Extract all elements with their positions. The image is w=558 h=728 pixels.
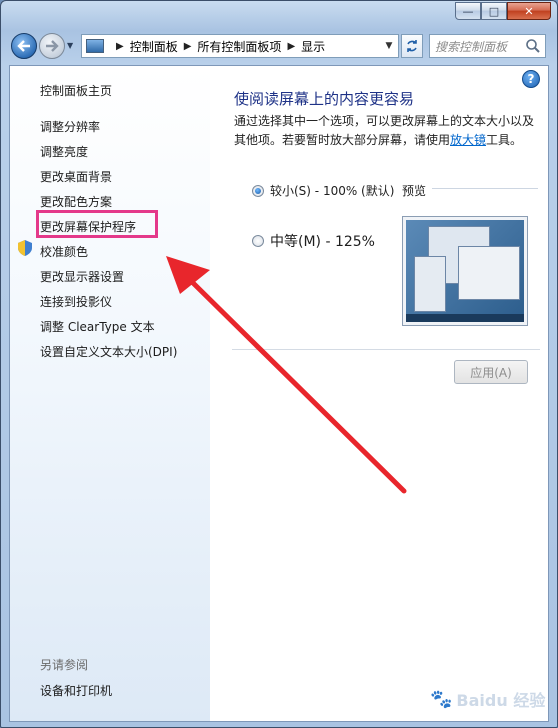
sidebar-link-home[interactable]: 控制面板主页 [40, 82, 112, 99]
address-dropdown-icon[interactable]: ▼ [380, 35, 398, 57]
search-icon[interactable] [525, 38, 541, 54]
highlight-box [36, 210, 158, 238]
watermark-logo: 🐾 Baidu 经验 [430, 680, 550, 718]
preview-label: 预览 [402, 184, 427, 198]
preview-image [402, 216, 528, 326]
preview-window [414, 256, 446, 312]
breadcrumb-display[interactable]: 显示 [301, 38, 325, 55]
shield-icon [18, 240, 32, 256]
forward-button[interactable] [39, 33, 65, 59]
sidebar-link-brightness[interactable]: 调整亮度 [40, 143, 88, 160]
watermark-text: Baidu 经验 [456, 691, 546, 710]
refresh-button[interactable] [401, 34, 423, 58]
sidebar-link-projector[interactable]: 连接到投影仪 [40, 293, 112, 310]
preview-taskbar [406, 314, 524, 322]
maximize-button[interactable]: □ [481, 2, 507, 20]
main-pane: ? 使阅读屏幕上的内容更容易 通过选择其中一个选项，可以更改屏幕上的文本大小以及… [210, 66, 548, 721]
back-arrow-icon [17, 40, 30, 52]
option-medium[interactable]: 中等(M) - 125% [252, 231, 375, 251]
description-text-end: 工具。 [486, 133, 523, 147]
option-smaller-label: 较小(S) - 100% (默认) [270, 184, 395, 198]
paw-icon: 🐾 [430, 688, 453, 710]
sidebar-link-color-scheme[interactable]: 更改配色方案 [40, 193, 112, 210]
sidebar-link-calibrate-color[interactable]: 校准颜色 [40, 243, 88, 260]
sidebar-link-devices-printers[interactable]: 设备和打印机 [40, 682, 112, 699]
navigation-bar: ▼ ▶ 控制面板 ▶ 所有控制面板项 ▶ 显示 ▼ 搜索控制面板 [9, 31, 551, 61]
radio-smaller[interactable] [252, 184, 264, 197]
sidebar-link-resolution[interactable]: 调整分辨率 [40, 118, 100, 135]
forward-arrow-icon [46, 40, 59, 52]
task-pane: 控制面板主页 调整分辨率 调整亮度 更改桌面背景 更改配色方案 更改屏幕保护程序… [10, 66, 210, 721]
minimize-button[interactable]: — [455, 2, 481, 20]
history-dropdown-icon[interactable]: ▼ [67, 41, 77, 51]
option-medium-label: 中等(M) - 125% [270, 234, 375, 250]
page-description: 通过选择其中一个选项，可以更改屏幕上的文本大小以及其他项。若要暂时放大部分屏幕，… [234, 112, 539, 150]
apply-button[interactable]: 应用(A) [454, 360, 528, 384]
divider [232, 349, 540, 350]
caption-buttons: — □ ✕ [455, 2, 551, 20]
preview-divider [432, 188, 538, 189]
breadcrumb-control-panel[interactable]: 控制面板 [130, 38, 178, 55]
back-button[interactable] [11, 33, 37, 59]
page-title: 使阅读屏幕上的内容更容易 [234, 90, 415, 108]
window-frame: — □ ✕ ▼ ▶ 控制面板 ▶ 所有控制面板项 ▶ 显示 ▼ 搜索控制面板 控… [0, 0, 558, 728]
search-placeholder: 搜索控制面板 [435, 39, 508, 54]
sidebar-link-custom-dpi[interactable]: 设置自定义文本大小(DPI) [40, 343, 177, 360]
sidebar-link-background[interactable]: 更改桌面背景 [40, 168, 112, 185]
chevron-right-icon[interactable]: ▶ [287, 41, 295, 52]
control-panel-icon [86, 39, 104, 53]
option-smaller[interactable]: 较小(S) - 100% (默认) [252, 182, 394, 199]
sidebar-link-cleartype[interactable]: 调整 ClearType 文本 [40, 318, 155, 335]
breadcrumb-all-items[interactable]: 所有控制面板项 [197, 38, 281, 55]
search-input[interactable]: 搜索控制面板 [429, 34, 546, 58]
chevron-right-icon[interactable]: ▶ [116, 41, 124, 52]
chevron-right-icon[interactable]: ▶ [184, 41, 192, 52]
preview-desktop [406, 220, 524, 322]
refresh-icon [407, 40, 417, 52]
preview-window [458, 246, 520, 300]
radio-medium[interactable] [252, 235, 264, 247]
magnifier-link[interactable]: 放大镜 [450, 133, 486, 147]
close-button[interactable]: ✕ [507, 2, 551, 20]
address-bar[interactable]: ▶ 控制面板 ▶ 所有控制面板项 ▶ 显示 ▼ [81, 34, 399, 58]
help-icon[interactable]: ? [522, 70, 540, 88]
sidebar-link-display-settings[interactable]: 更改显示器设置 [40, 268, 124, 285]
see-also-heading: 另请参阅 [40, 658, 89, 672]
content-pane: 控制面板主页 调整分辨率 调整亮度 更改桌面背景 更改配色方案 更改屏幕保护程序… [9, 65, 549, 722]
